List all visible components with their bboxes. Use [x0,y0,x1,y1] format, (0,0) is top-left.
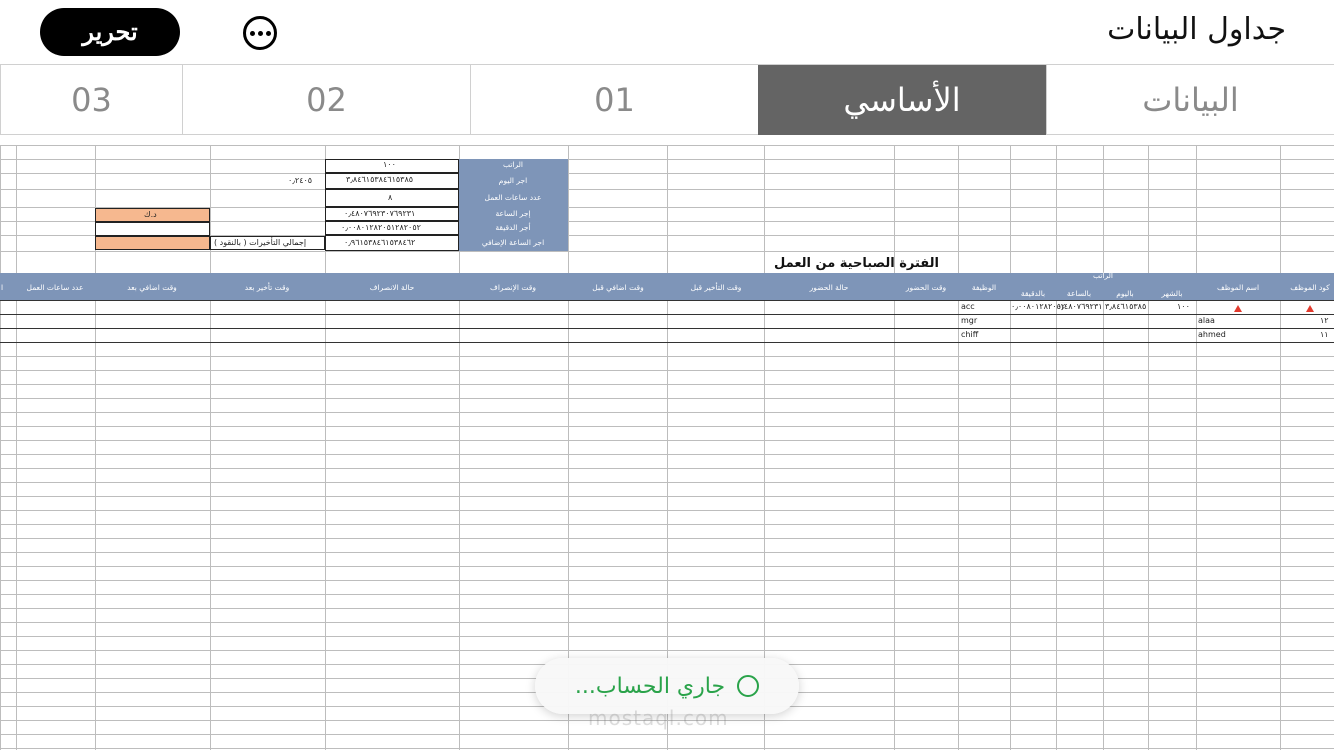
app-window: جداول البيانات تحرير البيانات الأساسي 01… [0,0,1334,750]
table-header-row [0,273,1334,300]
summary-label-daily: اجر اليوم [498,176,528,185]
spinner-icon [737,675,760,697]
currency-label: د.ك [144,210,157,219]
column-header: ا [0,283,4,292]
cell-code: ١٢ [1320,316,1329,325]
salary-subheader: بالدقيقة [1020,289,1046,298]
summary-value-minute: ٠٫٠٠٨٠١٢٨٢٠٥١٢٨٢٠٥٢ [341,223,421,232]
page-title: جداول البيانات [1107,12,1286,47]
column-header: وقت اضافي بعد [127,283,177,292]
column-header: حالة الحضور [809,283,849,292]
summary-label-minute: أجر الدقيقة [495,223,531,232]
summary-label-overtime: اجر الساعة الإضافي [481,238,545,247]
cell-job: chiff [961,330,979,339]
cell-code: ١١ [1320,330,1329,339]
cell-minute: ٠٫٠٠٨٠١٢٨٢٠٥٢ [1011,302,1066,311]
warning-icon[interactable] [1306,305,1314,312]
tab-data[interactable]: البيانات [1046,65,1334,135]
watermark: mostaql.com [588,706,729,730]
column-header: وقت الحضور [905,283,947,292]
cell-job: mgr [961,316,978,325]
summary-value-hourly: ٠٫٤٨٠٧٦٩٢٣٠٧٦٩٢٣١ [344,209,416,218]
column-header: حالة الانصراف [369,283,415,292]
summary-label-hourly: إجر الساعة [495,209,531,218]
section-title: الفترة الصباحية من العمل [774,256,939,271]
column-header: الراتب [1092,271,1114,280]
cell-name: ahmed [1198,330,1226,339]
tab-basic[interactable]: الأساسي [758,65,1046,135]
summary-label-hours: عدد ساعات العمل [484,193,542,202]
summary-value-hours: ٨ [388,193,393,202]
tab-03[interactable]: 03 [0,65,182,135]
cell-daily: ٣٫٨٤٦١٥٣٨٥ [1105,302,1147,311]
side-value: ٠٫٢٤٠٥ [288,176,313,185]
tab-02[interactable]: 02 [182,65,470,135]
sheet-tabs: البيانات الأساسي 01 02 03 [0,64,1334,135]
cell-job: acc [961,302,975,311]
column-header: وقت تأخير بعد [244,283,290,292]
salary-subheader: بالشهر [1161,289,1183,298]
salary-subheader: باليوم [1116,289,1134,298]
blank-cell[interactable] [95,222,210,236]
column-header: كود الموظف [1290,283,1330,292]
summary-value-daily: ٣٫٨٤٦١٥٣٨٤٦١٥٣٨٥ [346,175,414,184]
tab-01[interactable]: 01 [470,65,758,135]
summary-value-overtime: ٠٫٩٦١٥٣٨٤٦١٥٣٨٤٦٢ [344,238,416,247]
toast-text: جاري الحساب... [574,673,726,699]
navigation-bar: جداول البيانات تحرير [0,0,1334,64]
column-header: اسم الموظف [1216,283,1260,292]
summary-value-salary: ١٠٠ [383,160,396,169]
column-header: وقت التأخير قبل [690,283,742,292]
delay-total-cell[interactable] [95,236,210,250]
cell-name: alaa [1198,316,1215,325]
salary-subheader: بالساعة [1066,289,1092,298]
warning-icon[interactable] [1234,305,1242,312]
cell-monthly: ١٠٠ [1177,302,1190,311]
edit-button[interactable]: تحرير [40,8,180,56]
ellipsis-circle-icon[interactable] [243,16,277,50]
summary-label-salary: الراتب [502,160,524,169]
column-header: عدد ساعات العمل [26,283,84,292]
column-header: وقت الإنصراف [490,283,536,292]
column-header: الوظيفة [971,283,997,292]
delay-total-label: إجمالي التأخيرات ( بالنقود ) [214,238,307,247]
column-header: وقت اضافي قبل [592,283,644,292]
